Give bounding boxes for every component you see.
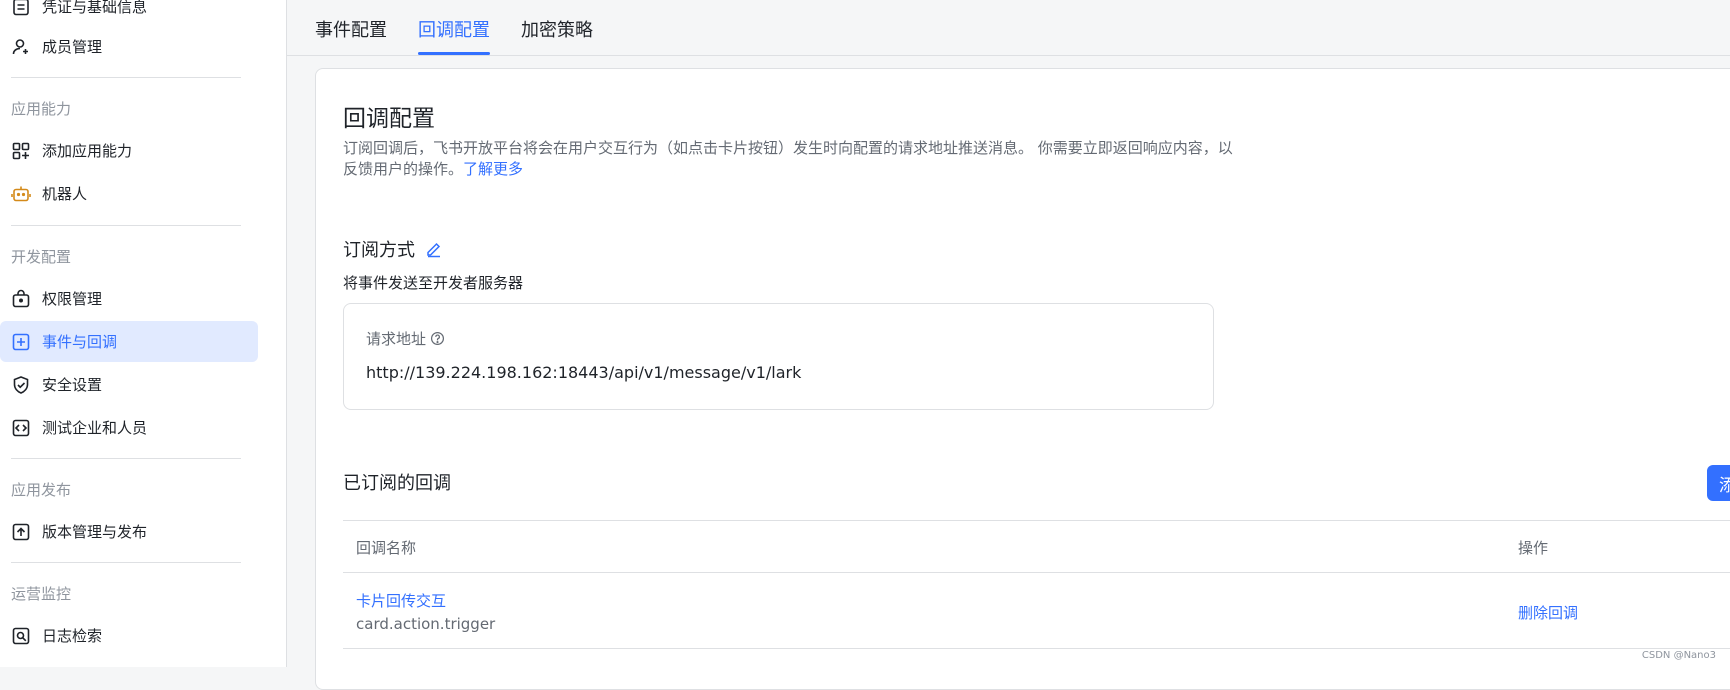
delete-callback-button[interactable]: 删除回调 [1518,602,1578,623]
sidebar-item-permissions[interactable]: 权限管理 [0,278,258,319]
sidebar-item-label: 机器人 [42,185,88,203]
group-label: 应用发布 [11,481,72,499]
robot-icon [11,184,31,204]
request-url-box: 请求地址 http://139.224.198.162:18443/api/v1… [343,303,1214,410]
edit-icon[interactable] [425,240,443,258]
help-icon[interactable] [430,331,445,346]
shield-icon [11,375,31,395]
learn-more-link[interactable]: 了解更多 [463,160,523,178]
tab-bar: 事件配置 回调配置 加密策略 [287,0,1730,56]
subscribed-callbacks-title: 已订阅的回调 [343,473,451,494]
sidebar-item-test-org[interactable]: 测试企业和人员 [0,407,258,448]
sidebar-item-credentials[interactable]: 凭证与基础信息 [0,0,258,27]
sidebar-item-label: 添加应用能力 [42,142,133,160]
apps-add-icon [11,141,31,161]
code-icon [11,418,31,438]
sidebar-item-label: 成员管理 [42,38,103,56]
description: 订阅回调后，飞书开放平台将会在用户交互行为（如点击卡片按钮）发生时向配置的请求地… [343,138,1243,180]
column-header-action: 操作 [1518,539,1549,557]
sidebar-item-add-capability[interactable]: 添加应用能力 [0,130,258,171]
sidebar-item-security[interactable]: 安全设置 [0,364,258,405]
permission-icon [11,289,31,309]
sidebar-item-label: 事件与回调 [42,333,118,351]
log-search-icon [11,626,31,646]
sidebar-item-log-search[interactable]: 日志检索 [0,615,258,656]
callback-card: 回调配置 订阅回调后，飞书开放平台将会在用户交互行为（如点击卡片按钮）发生时向配… [315,68,1730,690]
sidebar-item-events[interactable]: 事件与回调 [0,321,258,362]
subscription-title-text: 订阅方式 [343,240,415,261]
sidebar-item-label: 版本管理与发布 [42,523,148,541]
group-label: 运营监控 [11,585,72,603]
request-url-value: http://139.224.198.162:18443/api/v1/mess… [366,363,802,382]
column-header-name: 回调名称 [356,539,417,557]
divider [11,77,241,78]
table-header: 回调名称 操作 [343,520,1730,573]
subscription-mode: 将事件发送至开发者服务器 [343,274,524,292]
main-content: 事件配置 回调配置 加密策略 回调配置 订阅回调后，飞书开放平台将会在用户交互行… [287,0,1730,690]
group-label: 开发配置 [11,248,72,266]
request-url-label-text: 请求地址 [366,330,427,348]
divider [11,225,241,226]
subscription-section-title: 订阅方式 [343,236,443,262]
add-callback-button[interactable]: 添加回调 [1707,465,1730,501]
sidebar: 凭证与基础信息 成员管理 应用能力 添加应用能力 机器人 开发配置 权限管理 事… [0,0,287,667]
table-row: 卡片回传交互 card.action.trigger 删除回调 [343,573,1730,649]
sidebar-item-label: 测试企业和人员 [42,419,148,437]
sidebar-item-release[interactable]: 版本管理与发布 [0,511,258,552]
sidebar-item-label: 凭证与基础信息 [42,0,148,16]
watermark: CSDN @Nano3 [1641,650,1716,661]
group-label: 应用能力 [11,100,72,118]
callback-name-link[interactable]: 卡片回传交互 [356,590,446,611]
page-title: 回调配置 [343,106,435,132]
active-tab-indicator [418,52,490,55]
sidebar-item-label: 安全设置 [42,376,103,394]
divider [11,562,241,563]
sidebar-item-members[interactable]: 成员管理 [0,26,258,67]
sidebar-item-label: 日志检索 [42,627,103,645]
callback-key: card.action.trigger [356,615,496,633]
document-icon [11,0,31,17]
user-add-icon [11,37,31,57]
tab-encryption[interactable]: 加密策略 [521,16,593,42]
tab-callback-config[interactable]: 回调配置 [418,16,490,42]
sidebar-item-label: 权限管理 [42,290,103,308]
tab-event-config[interactable]: 事件配置 [315,16,387,42]
upload-icon [11,522,31,542]
event-icon [11,332,31,352]
sidebar-item-robot[interactable]: 机器人 [0,173,258,214]
request-url-label: 请求地址 [366,328,445,349]
divider [11,458,241,459]
